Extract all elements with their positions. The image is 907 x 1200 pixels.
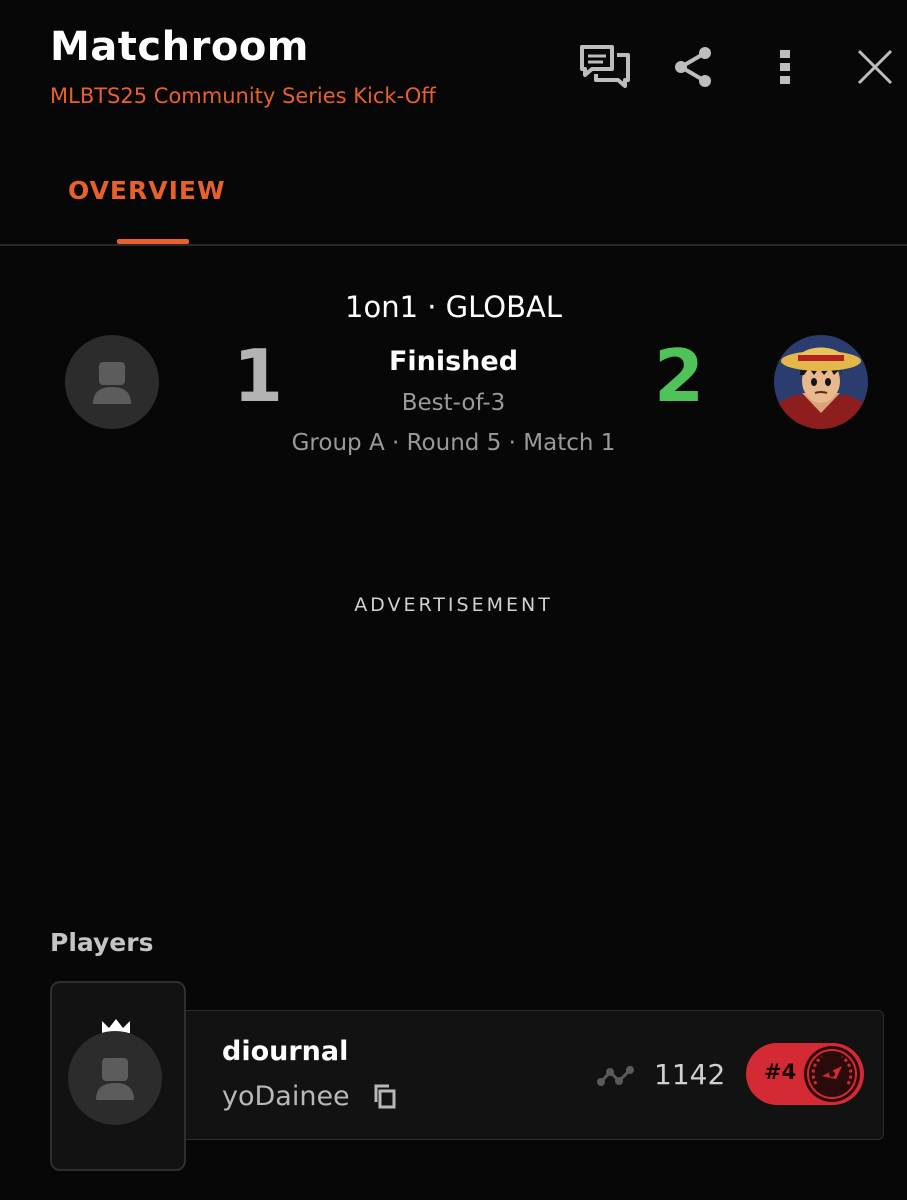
more-vertical-icon[interactable] (758, 40, 812, 94)
rank-emblem-icon (804, 1046, 860, 1102)
rank-label: #4 (764, 1060, 797, 1084)
match-format: 1on1 · GLOBAL (345, 290, 562, 324)
player-avatar (68, 1031, 162, 1125)
best-of-label: Best-of-3 (401, 390, 506, 416)
players-heading: Players (50, 928, 154, 957)
anime-character-avatar (774, 335, 868, 429)
player-avatar-tile[interactable] (50, 981, 186, 1171)
default-user-icon (96, 1058, 134, 1100)
tab-overview[interactable]: OVERVIEW (68, 176, 226, 205)
advertisement-label: ADVERTISEMENT (354, 594, 553, 616)
tournament-subtitle[interactable]: MLBTS25 Community Series Kick-Off (50, 84, 436, 108)
rating-trend-icon (597, 1064, 637, 1088)
player-game-handle: yoDainee (222, 1081, 350, 1112)
tab-divider (0, 244, 907, 246)
chat-icon[interactable] (578, 40, 632, 94)
player-name[interactable]: diournal (222, 1036, 348, 1067)
player-rating: 1142 (654, 1058, 726, 1091)
copy-icon[interactable] (372, 1083, 398, 1109)
group-round-info: Group A · Round 5 · Match 1 (291, 430, 616, 456)
app-title: Matchroom (50, 24, 309, 70)
rank-badge[interactable]: #4 (746, 1043, 864, 1105)
player-right-avatar[interactable] (774, 335, 868, 429)
share-icon[interactable] (666, 40, 720, 94)
score-right: 2 (654, 334, 705, 418)
match-status: Finished (388, 346, 519, 377)
close-icon[interactable] (848, 40, 902, 94)
